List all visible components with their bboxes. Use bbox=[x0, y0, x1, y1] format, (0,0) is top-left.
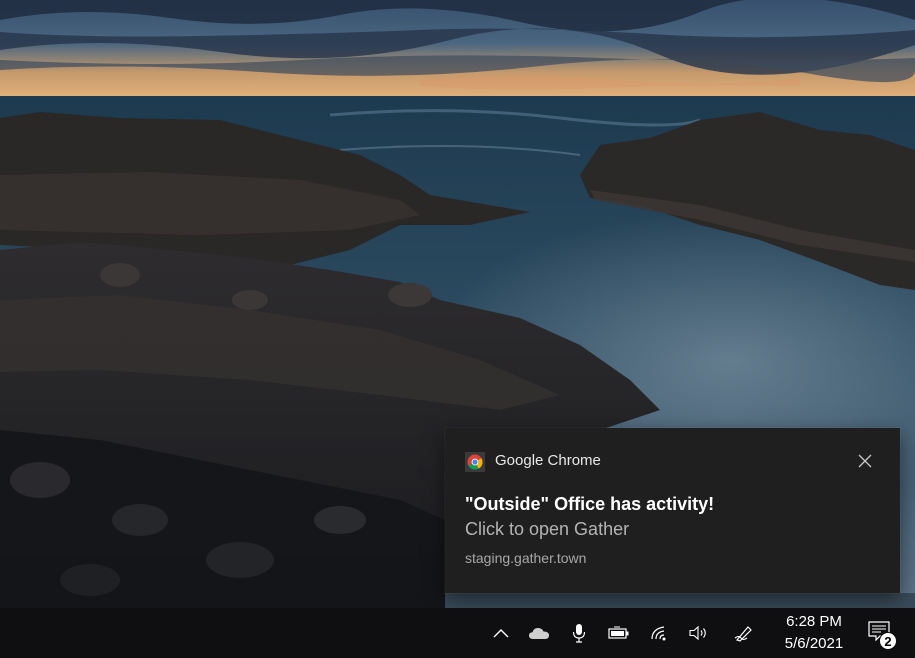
chevron-up-icon[interactable] bbox=[488, 621, 514, 645]
wifi-icon[interactable] bbox=[647, 621, 673, 645]
system-clock[interactable]: 6:28 PM 5/6/2021 bbox=[768, 612, 860, 654]
action-center-button[interactable]: 2 bbox=[862, 618, 902, 650]
battery-icon[interactable] bbox=[606, 621, 632, 645]
clock-time: 6:28 PM bbox=[786, 613, 842, 630]
microphone-icon[interactable] bbox=[566, 621, 592, 645]
notification-count-badge: 2 bbox=[879, 632, 897, 650]
chrome-icon bbox=[465, 452, 485, 472]
notification-title: "Outside" Office has activity! bbox=[465, 494, 715, 514]
taskbar: 6:28 PM 5/6/2021 2 bbox=[0, 608, 915, 658]
notification-body: Click to open Gather bbox=[465, 519, 630, 539]
pen-workspace-icon[interactable] bbox=[731, 621, 757, 645]
notification-app-name: Google Chrome bbox=[495, 452, 601, 469]
chrome-notification-toast[interactable]: Google Chrome "Outside" Office has activ… bbox=[445, 428, 900, 593]
clock-date: 5/6/2021 bbox=[784, 635, 844, 652]
close-icon[interactable] bbox=[850, 446, 880, 476]
volume-icon[interactable] bbox=[686, 621, 712, 645]
notification-source: staging.gather.town bbox=[465, 550, 587, 566]
onedrive-cloud-icon[interactable] bbox=[526, 621, 552, 645]
